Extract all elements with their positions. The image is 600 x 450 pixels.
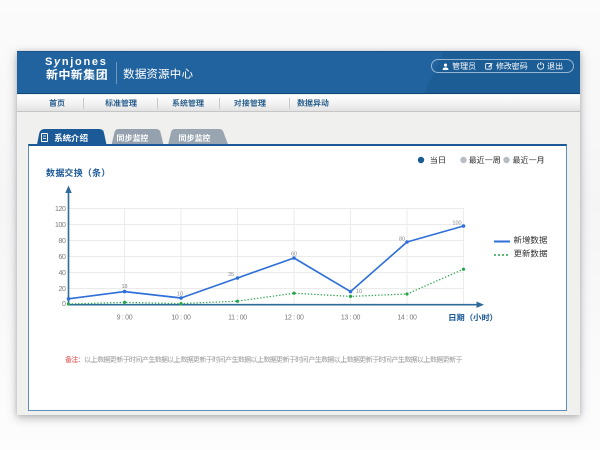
svg-text:数据交换（条）: 数据交换（条） (46, 168, 110, 178)
svg-text:新增数据: 新增数据 (514, 235, 548, 245)
svg-text:最近一月: 最近一月 (513, 156, 545, 165)
svg-text:最近一周: 最近一周 (469, 156, 501, 165)
svg-text:9 : 00: 9 : 00 (117, 315, 133, 322)
svg-text:0: 0 (62, 301, 66, 308)
svg-text:80: 80 (59, 238, 66, 245)
svg-text:更新数据: 更新数据 (514, 249, 548, 259)
svg-text:日期（小时）: 日期（小时） (448, 314, 498, 323)
svg-text:100: 100 (452, 221, 461, 227)
svg-text:35: 35 (228, 272, 234, 278)
svg-text:14 : 00: 14 : 00 (397, 315, 417, 322)
svg-text:11 : 00: 11 : 00 (228, 315, 247, 322)
svg-text:12 : 00: 12 : 00 (284, 315, 304, 322)
svg-text:120: 120 (55, 206, 66, 213)
svg-text:10 : 00: 10 : 00 (171, 315, 191, 322)
svg-text:同步监控: 同步监控 (179, 133, 212, 143)
svg-text:100: 100 (55, 222, 66, 229)
svg-text:当日: 当日 (430, 156, 446, 165)
svg-text:13 : 00: 13 : 00 (341, 315, 361, 322)
svg-text:60: 60 (291, 252, 297, 258)
svg-text:同步监控: 同步监控 (117, 133, 150, 143)
svg-text:系统介绍: 系统介绍 (54, 133, 88, 143)
svg-text:18: 18 (121, 284, 127, 290)
svg-text:20: 20 (59, 286, 66, 293)
svg-text:10: 10 (356, 289, 362, 295)
svg-text:60: 60 (59, 254, 66, 261)
svg-text:10: 10 (177, 292, 183, 298)
svg-text:40: 40 (59, 270, 66, 277)
svg-text:80: 80 (399, 237, 405, 243)
